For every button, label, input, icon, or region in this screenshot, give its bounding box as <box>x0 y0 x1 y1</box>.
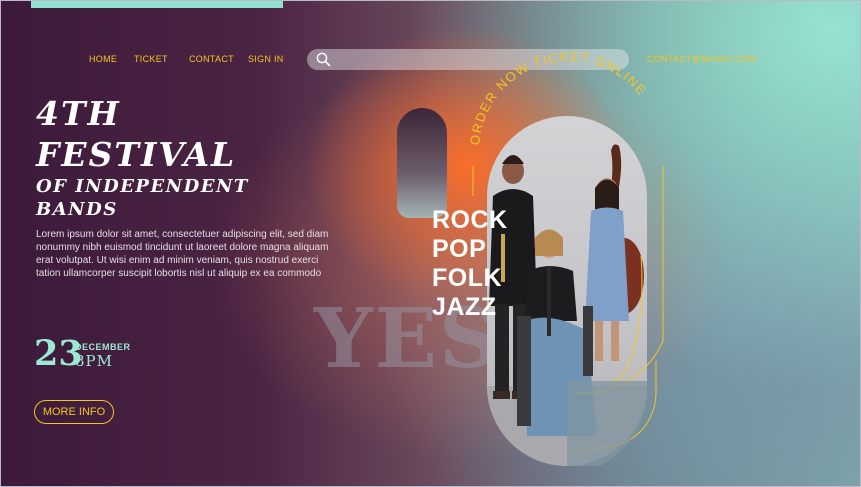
decorative-pill-shape <box>397 108 447 218</box>
genre-pop: POP <box>432 235 487 263</box>
nav-contact[interactable]: CONTACT <box>189 54 234 64</box>
event-time: 8PM <box>75 352 113 370</box>
genre-jazz: JAZZ <box>432 293 497 321</box>
more-info-button[interactable]: MORE INFO <box>34 400 114 424</box>
nav-sign-in[interactable]: SIGN IN <box>248 54 284 64</box>
genre-folk: FOLK <box>432 264 503 292</box>
contact-email-link[interactable]: CONTACT@MUSIC.COM <box>647 54 757 64</box>
festival-title-line-1: 4TH <box>36 94 121 133</box>
band-photo <box>487 116 647 466</box>
nav-home[interactable]: HOME <box>89 54 117 64</box>
genre-list: ROCK POP FOLK JAZZ <box>432 206 508 322</box>
festival-title-line-2: FESTIVAL <box>36 135 237 174</box>
search-icon <box>316 52 331 67</box>
band-illustration <box>487 144 647 466</box>
nav-ticket[interactable]: TICKET <box>134 54 168 64</box>
festival-title-line-3: OF INDEPENDENT <box>36 176 249 197</box>
landing-page: HOME TICKET CONTACT SIGN IN CONTACT@MUSI… <box>0 0 861 487</box>
top-accent-bar <box>31 1 283 8</box>
search-input[interactable] <box>307 49 629 70</box>
festival-description: Lorem ipsum dolor sit amet, consectetuer… <box>36 229 329 279</box>
event-month: DECEMBER <box>75 342 131 352</box>
festival-title-line-4: BANDS <box>36 199 118 220</box>
genre-rock: ROCK <box>432 206 508 234</box>
